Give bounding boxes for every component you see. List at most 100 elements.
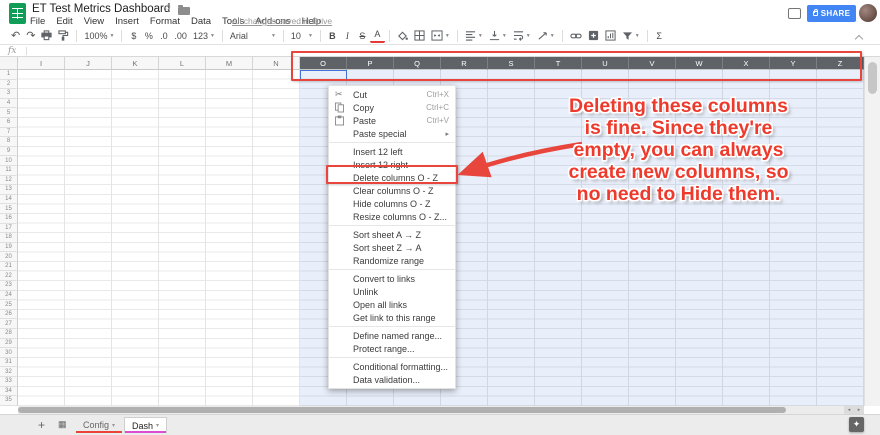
row-header-3[interactable]: 3 [0, 89, 18, 99]
menu-item-paste-special[interactable]: Paste special▸ [329, 127, 455, 140]
menu-data[interactable]: Data [191, 16, 211, 27]
filter-button[interactable]: ▼ [619, 28, 643, 43]
row-header-30[interactable]: 30 [0, 348, 18, 358]
row-header-17[interactable]: 17 [0, 224, 18, 234]
font-size-select[interactable]: 10▼ [288, 28, 316, 43]
row-header-26[interactable]: 26 [0, 310, 18, 320]
column-header-u-selected[interactable]: U [582, 57, 629, 70]
saved-status-link[interactable]: All changes saved in Drive [232, 16, 332, 26]
menu-item-insert-12-right[interactable]: Insert 12 right [329, 158, 455, 171]
menu-insert[interactable]: Insert [115, 16, 139, 27]
increase-decimal-button[interactable]: .00 [171, 28, 190, 43]
scroll-right-arrow[interactable]: ▸ [854, 406, 864, 414]
insert-chart-button[interactable] [602, 28, 619, 43]
menu-item-paste[interactable]: PasteCtrl+V [329, 114, 455, 127]
menu-item-resize-columns-o-z[interactable]: Resize columns O - Z... [329, 210, 455, 223]
row-header-34[interactable]: 34 [0, 387, 18, 397]
bold-button[interactable]: B [325, 28, 340, 43]
column-header-m[interactable]: M [206, 57, 253, 70]
row-header-13[interactable]: 13 [0, 185, 18, 195]
row-header-16[interactable]: 16 [0, 214, 18, 224]
italic-button[interactable]: I [340, 28, 355, 43]
tab-dash[interactable]: Dash▾ [124, 417, 167, 433]
column-header-o-selected[interactable]: O [300, 57, 347, 70]
column-header-k[interactable]: K [112, 57, 159, 70]
active-cell-o1[interactable] [300, 70, 347, 80]
column-header-l[interactable]: L [159, 57, 206, 70]
document-title[interactable]: ET Test Metrics Dashboard [32, 3, 170, 15]
insert-comment-button[interactable] [585, 28, 602, 43]
functions-button[interactable]: Σ [652, 28, 667, 43]
column-header-w-selected[interactable]: W [676, 57, 723, 70]
add-sheet-button[interactable]: + [38, 418, 45, 432]
column-header-j[interactable]: J [65, 57, 112, 70]
menu-item-data-validation[interactable]: Data validation... [329, 373, 455, 386]
menu-item-get-link-to-this-range[interactable]: Get link to this range [329, 311, 455, 324]
tab-menu-icon[interactable]: ▾ [156, 422, 159, 429]
horizontal-align-button[interactable]: ▼ [462, 28, 486, 43]
menu-item-insert-12-left[interactable]: Insert 12 left [329, 145, 455, 158]
menu-item-hide-columns-o-z[interactable]: Hide columns O - Z [329, 197, 455, 210]
menu-item-delete-columns-o-z[interactable]: Delete columns O - Z [329, 171, 455, 184]
menu-item-clear-columns-o-z[interactable]: Clear columns O - Z [329, 184, 455, 197]
select-all-corner[interactable] [0, 57, 18, 70]
text-color-button[interactable]: A [370, 28, 385, 43]
redo-button[interactable]: ↷ [23, 28, 38, 43]
row-header-29[interactable]: 29 [0, 339, 18, 349]
horizontal-scrollbar[interactable]: ◂ ▸ [18, 406, 864, 414]
menu-item-protect-range[interactable]: Protect range... [329, 342, 455, 355]
strikethrough-button[interactable]: S [355, 28, 370, 43]
print-button[interactable] [38, 28, 55, 43]
number-format-button[interactable]: 123▼ [190, 28, 218, 43]
column-header-z-selected[interactable]: Z [817, 57, 864, 70]
column-header-y-selected[interactable]: Y [770, 57, 817, 70]
vertical-align-button[interactable]: ▼ [486, 28, 510, 43]
menu-item-copy[interactable]: CopyCtrl+C [329, 101, 455, 114]
column-header-r-selected[interactable]: R [441, 57, 488, 70]
row-header-18[interactable]: 18 [0, 233, 18, 243]
horizontal-scrollbar-thumb[interactable] [18, 407, 786, 413]
tab-menu-icon[interactable]: ▾ [112, 422, 115, 429]
row-header-6[interactable]: 6 [0, 118, 18, 128]
row-header-4[interactable]: 4 [0, 99, 18, 109]
scroll-left-arrow[interactable]: ◂ [844, 406, 854, 414]
star-icon[interactable]: ☆ [163, 3, 172, 14]
column-header-p-selected[interactable]: P [347, 57, 394, 70]
fill-color-button[interactable] [394, 28, 411, 43]
share-button[interactable]: SHARE [807, 5, 856, 22]
insert-link-button[interactable] [567, 28, 585, 43]
all-sheets-icon[interactable]: ▦ [58, 419, 67, 430]
menu-file[interactable]: File [30, 16, 45, 27]
row-header-20[interactable]: 20 [0, 252, 18, 262]
row-header-14[interactable]: 14 [0, 195, 18, 205]
row-header-32[interactable]: 32 [0, 367, 18, 377]
row-header-15[interactable]: 15 [0, 204, 18, 214]
vertical-scrollbar[interactable] [864, 57, 880, 406]
row-header-7[interactable]: 7 [0, 128, 18, 138]
tab-config[interactable]: Config▾ [76, 417, 122, 433]
menu-item-define-named-range[interactable]: Define named range... [329, 329, 455, 342]
menu-item-conditional-formatting[interactable]: Conditional formatting... [329, 360, 455, 373]
menu-view[interactable]: View [84, 16, 104, 27]
row-header-12[interactable]: 12 [0, 176, 18, 186]
column-header-q-selected[interactable]: Q [394, 57, 441, 70]
row-header-21[interactable]: 21 [0, 262, 18, 272]
avatar[interactable] [859, 4, 877, 22]
row-header-27[interactable]: 27 [0, 319, 18, 329]
row-header-10[interactable]: 10 [0, 156, 18, 166]
column-header-i[interactable]: I [18, 57, 65, 70]
menu-item-unlink[interactable]: Unlink [329, 285, 455, 298]
folder-icon[interactable] [178, 7, 190, 15]
borders-button[interactable] [411, 28, 428, 43]
menu-format[interactable]: Format [150, 16, 180, 27]
menu-item-sort-sheet-a-z[interactable]: Sort sheet A → Z [329, 228, 455, 241]
paint-format-button[interactable] [55, 28, 72, 43]
row-header-11[interactable]: 11 [0, 166, 18, 176]
explore-button[interactable]: ✦ [849, 417, 864, 432]
zoom-select[interactable]: 100%▼ [81, 28, 117, 43]
undo-button[interactable]: ↶ [8, 28, 23, 43]
column-header-t-selected[interactable]: T [535, 57, 582, 70]
row-header-5[interactable]: 5 [0, 108, 18, 118]
menu-edit[interactable]: Edit [56, 16, 72, 27]
row-header-8[interactable]: 8 [0, 137, 18, 147]
